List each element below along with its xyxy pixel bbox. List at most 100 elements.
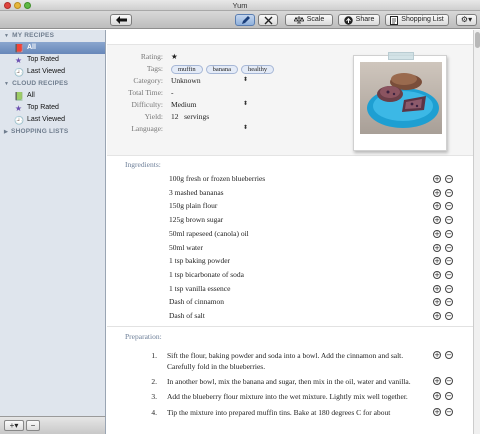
add-ingredient-icon[interactable]: +	[433, 312, 441, 320]
action-menu-button[interactable]: ⚙▾	[456, 14, 477, 26]
category-row: Category: Unknown ⬍	[133, 75, 249, 86]
chevron-updown-icon: ⬍	[243, 77, 249, 83]
shopping-list-button[interactable]: Shopping List	[385, 14, 449, 26]
star-icon: ★	[14, 55, 23, 65]
remove-ingredient-icon[interactable]: −	[445, 216, 453, 225]
tag-token[interactable]: banana	[205, 65, 238, 74]
remove-step-icon[interactable]: −	[445, 392, 453, 400]
category-select[interactable]: Unknown	[171, 75, 201, 86]
ingredients-label: Ingredients:	[125, 160, 161, 169]
add-ingredient-icon[interactable]: +	[433, 216, 441, 225]
add-step-icon[interactable]: +	[433, 408, 441, 416]
close-window-button[interactable]	[4, 2, 11, 9]
ingredient-text[interactable]: 50ml water	[169, 242, 203, 254]
remove-ingredient-icon[interactable]: −	[445, 270, 453, 279]
remove-ingredient-icon[interactable]: −	[445, 284, 453, 293]
remove-ingredient-icon[interactable]: −	[445, 257, 453, 266]
ingredient-text[interactable]: 1 tsp baking powder	[169, 255, 230, 267]
remove-step-icon[interactable]: −	[445, 408, 453, 416]
ingredient-text[interactable]: 100g fresh or frozen blueberries	[169, 173, 265, 185]
sidebar-item-cloud-top-rated[interactable]: ★ Top Rated	[0, 102, 105, 114]
add-step-icon[interactable]: +	[433, 377, 441, 385]
step-number: 3.	[151, 392, 157, 401]
shopping-list-label: Shopping List	[401, 16, 444, 23]
scrollbar-thumb[interactable]	[475, 32, 480, 48]
remove-step-icon[interactable]: −	[445, 377, 453, 385]
recipe-photo	[360, 62, 442, 134]
remove-ingredient-icon[interactable]: −	[445, 298, 453, 307]
ingredient-text[interactable]: 50ml rapeseed (canola) oil	[169, 228, 249, 240]
ingredient-text[interactable]: 125g brown sugar	[169, 214, 223, 226]
preparation-step: 1. Sift the flour, baking powder and soda…	[107, 350, 457, 372]
tag-token[interactable]: healthy	[240, 65, 275, 74]
ingredient-text[interactable]: Dash of cinnamon	[169, 296, 224, 308]
tag-token[interactable]: muffin	[171, 65, 203, 74]
remove-ingredient-icon[interactable]: −	[445, 312, 453, 320]
add-button[interactable]: +▾	[4, 420, 24, 431]
ingredient-row: 50ml rapeseed (canola) oil + −	[107, 228, 457, 240]
step-text[interactable]: Add the blueberry flour mixture into the…	[167, 391, 417, 402]
total-time-field[interactable]: -	[171, 87, 174, 98]
zoom-window-button[interactable]	[24, 2, 31, 9]
sidebar-bottom-bar: +▾ −	[0, 416, 106, 434]
tags-field[interactable]: muffin banana healthy	[171, 63, 277, 74]
ingredient-row: Dash of salt + −	[107, 310, 457, 322]
sidebar-item-my-last-viewed[interactable]: 🕘 Last Viewed	[0, 66, 105, 78]
step-text[interactable]: In another bowl, mix the banana and suga…	[167, 376, 417, 387]
ingredient-text[interactable]: 3 mashed bananas	[169, 187, 224, 199]
sidebar-item-my-all[interactable]: 📕 All	[0, 42, 105, 54]
yield-field[interactable]: 12 servings	[171, 111, 209, 122]
remove-ingredient-icon[interactable]: −	[445, 202, 453, 211]
shopping-lists-header[interactable]: ▶ SHOPPING LISTS	[0, 126, 105, 138]
add-ingredient-icon[interactable]: +	[433, 284, 441, 293]
scale-icon	[293, 16, 304, 24]
sidebar-item-cloud-last-viewed[interactable]: 🕘 Last Viewed	[0, 114, 105, 126]
scale-button[interactable]: Scale	[285, 14, 333, 26]
ingredient-text[interactable]: 150g plain flour	[169, 200, 217, 212]
ingredient-row: 100g fresh or frozen blueberries + −	[107, 173, 457, 185]
add-ingredient-icon[interactable]: +	[433, 243, 441, 252]
sidebar: ▼ MY RECIPES 📕 All ★ Top Rated 🕘 Last Viewed…	[0, 30, 106, 416]
add-ingredient-icon[interactable]: +	[433, 202, 441, 211]
cloud-recipes-header[interactable]: ▼ CLOUD RECIPES	[0, 78, 105, 90]
add-ingredient-icon[interactable]: +	[433, 257, 441, 266]
ingredient-text[interactable]: Dash of salt	[169, 310, 205, 322]
gear-icon: ⚙▾	[460, 15, 473, 24]
add-ingredient-icon[interactable]: +	[433, 188, 441, 197]
share-icon	[343, 15, 353, 25]
window-title: Yum	[232, 1, 248, 10]
remove-button[interactable]: −	[26, 420, 40, 431]
ingredient-text[interactable]: 1 tsp vanilla essence	[169, 283, 230, 295]
tags-row: Tags: muffin banana healthy	[107, 63, 357, 74]
remove-ingredient-icon[interactable]: −	[445, 243, 453, 252]
my-recipes-header[interactable]: ▼ MY RECIPES	[0, 30, 105, 42]
vertical-scrollbar[interactable]	[473, 30, 480, 434]
ingredient-row: 1 tsp baking powder + −	[107, 255, 457, 267]
pencil-icon	[241, 15, 250, 24]
step-number: 1.	[151, 351, 157, 360]
add-ingredient-icon[interactable]: +	[433, 298, 441, 307]
remove-ingredient-icon[interactable]: −	[445, 175, 453, 183]
add-ingredient-icon[interactable]: +	[433, 175, 441, 183]
remove-step-icon[interactable]: −	[445, 351, 453, 359]
step-text[interactable]: Tip the mixture into prepared muffin tin…	[167, 407, 417, 418]
sidebar-item-my-top-rated[interactable]: ★ Top Rated	[0, 54, 105, 66]
step-text[interactable]: Sift the flour, baking powder and soda i…	[167, 350, 417, 372]
add-step-icon[interactable]: +	[433, 351, 441, 359]
recipe-photo-frame[interactable]	[353, 52, 447, 151]
remove-ingredient-icon[interactable]: −	[445, 229, 453, 238]
add-step-icon[interactable]: +	[433, 392, 441, 400]
back-button[interactable]	[110, 14, 132, 26]
add-ingredient-icon[interactable]: +	[433, 229, 441, 238]
rating-stars[interactable]: ★	[171, 51, 178, 62]
remove-ingredient-icon[interactable]: −	[445, 188, 453, 197]
minimize-window-button[interactable]	[14, 2, 21, 9]
difficulty-select[interactable]: Medium	[171, 99, 196, 110]
back-arrow-icon	[115, 16, 127, 24]
add-ingredient-icon[interactable]: +	[433, 270, 441, 279]
tools-button[interactable]	[258, 14, 278, 26]
sidebar-item-cloud-all[interactable]: 📗 All	[0, 90, 105, 102]
share-button[interactable]: Share	[338, 14, 380, 26]
edit-button[interactable]	[235, 14, 255, 26]
ingredient-text[interactable]: 1 tsp bicarbonate of soda	[169, 269, 244, 281]
